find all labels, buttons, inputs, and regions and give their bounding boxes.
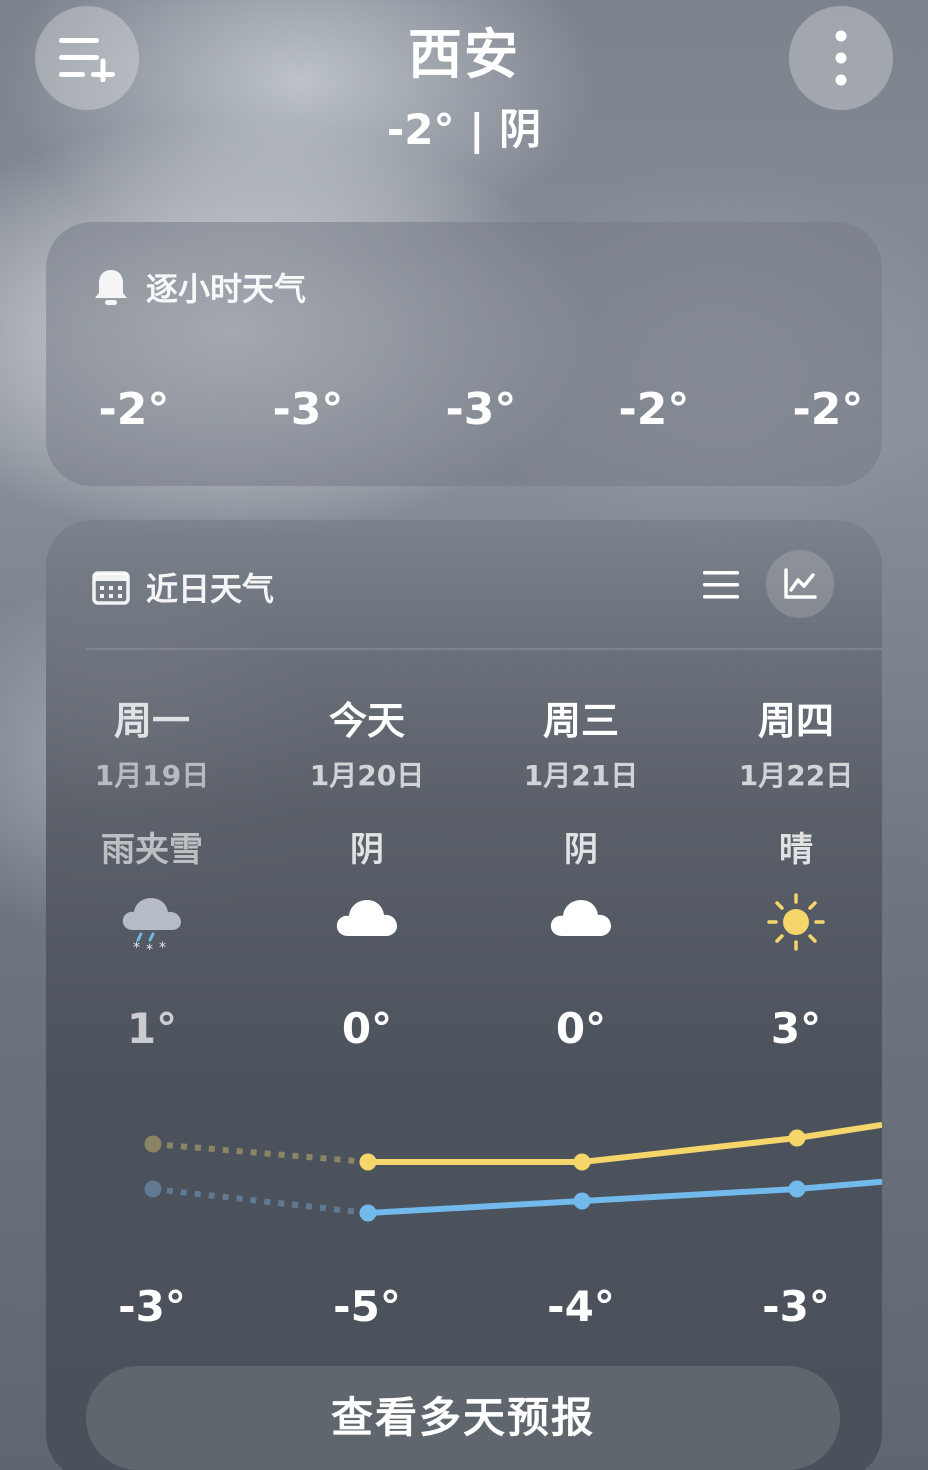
bell-icon xyxy=(95,270,127,305)
day-date: 1月20日 xyxy=(309,759,425,792)
high-temp-point xyxy=(573,1153,591,1171)
high-temp-point xyxy=(788,1129,806,1147)
svg-text:*: * xyxy=(159,940,166,954)
daily-header: 近日天气 xyxy=(92,564,274,610)
day-date: 1月22日 xyxy=(738,759,854,792)
cloud-icon xyxy=(550,900,611,936)
low-temp-point xyxy=(573,1192,591,1210)
day-high-temp: 1° xyxy=(126,1004,178,1053)
high-past-segment xyxy=(152,1141,369,1165)
day-name: 周三 xyxy=(542,699,619,743)
daily-title: 近日天气 xyxy=(146,570,275,608)
day-condition: 雨夹雪 xyxy=(101,830,203,870)
day-condition: 阴 xyxy=(350,830,384,870)
hourly-title: 逐小时天气 xyxy=(146,270,307,308)
day-name: 周一 xyxy=(113,699,190,743)
low-temp-point xyxy=(144,1180,162,1198)
more-options-button[interactable] xyxy=(789,6,893,110)
svg-text:*: * xyxy=(146,942,153,954)
day-high-temp: 0° xyxy=(341,1004,393,1053)
day-icon-cell xyxy=(267,892,467,962)
hourly-temp: -3° xyxy=(445,384,517,435)
high-temp-line xyxy=(368,1121,882,1165)
sun-icon xyxy=(767,893,825,951)
low-past-segment xyxy=(152,1186,369,1216)
hourly-temp: -2° xyxy=(792,384,864,435)
line-chart-icon xyxy=(784,568,817,599)
day-date: 1月21日 xyxy=(523,759,639,792)
hourly-temp: -2° xyxy=(618,384,690,435)
day-low-temp: -4° xyxy=(547,1282,615,1331)
chart-view-button[interactable] xyxy=(766,550,834,618)
sleet-icon: * * * xyxy=(122,898,181,954)
hourly-temps-row: -2° -3° -3° -2° -2° xyxy=(46,384,882,444)
svg-text:*: * xyxy=(133,940,140,954)
day-low-temp: -3° xyxy=(762,1282,830,1331)
current-summary: -2° | 阴 xyxy=(386,105,542,154)
view-toggle xyxy=(686,550,846,620)
multi-day-forecast-button[interactable]: 查看多天预报 xyxy=(86,1366,840,1470)
hourly-weather-card[interactable]: 逐小时天气 -2° -3° -3° -2° -2° xyxy=(46,222,882,486)
day-name: 今天 xyxy=(328,699,405,743)
hourly-temp: -2° xyxy=(98,384,170,435)
more-vertical-icon xyxy=(835,30,847,86)
day-icon-cell xyxy=(696,892,882,962)
low-temp-point xyxy=(788,1180,806,1198)
list-view-button[interactable] xyxy=(686,550,756,620)
day-high-temp: 0° xyxy=(555,1004,607,1053)
day-high-temp: 3° xyxy=(770,1004,822,1053)
hourly-temp: -3° xyxy=(272,384,344,435)
high-temp-point xyxy=(359,1153,377,1171)
day-low-temp: -3° xyxy=(118,1282,186,1331)
temperature-trend-chart xyxy=(144,1121,882,1222)
daily-weather-card: 近日天气 周一 今天 周三 周四 1月19日 1月20日 1月21日 1月22日… xyxy=(46,520,882,1470)
cloud-icon xyxy=(336,900,397,936)
divider xyxy=(86,648,882,650)
hourly-header: 逐小时天气 xyxy=(92,264,306,310)
day-date: 1月19日 xyxy=(94,759,210,792)
high-temp-point xyxy=(144,1135,162,1153)
day-condition: 晴 xyxy=(779,830,813,870)
day-icon-cell: * * * xyxy=(52,892,252,962)
day-icon-cell xyxy=(481,892,681,962)
calendar-icon xyxy=(92,571,130,605)
day-condition: 阴 xyxy=(564,830,598,870)
low-temp-point xyxy=(359,1204,377,1222)
day-name: 周四 xyxy=(757,699,834,743)
day-low-temp: -5° xyxy=(333,1282,401,1331)
list-view-icon xyxy=(703,571,739,599)
